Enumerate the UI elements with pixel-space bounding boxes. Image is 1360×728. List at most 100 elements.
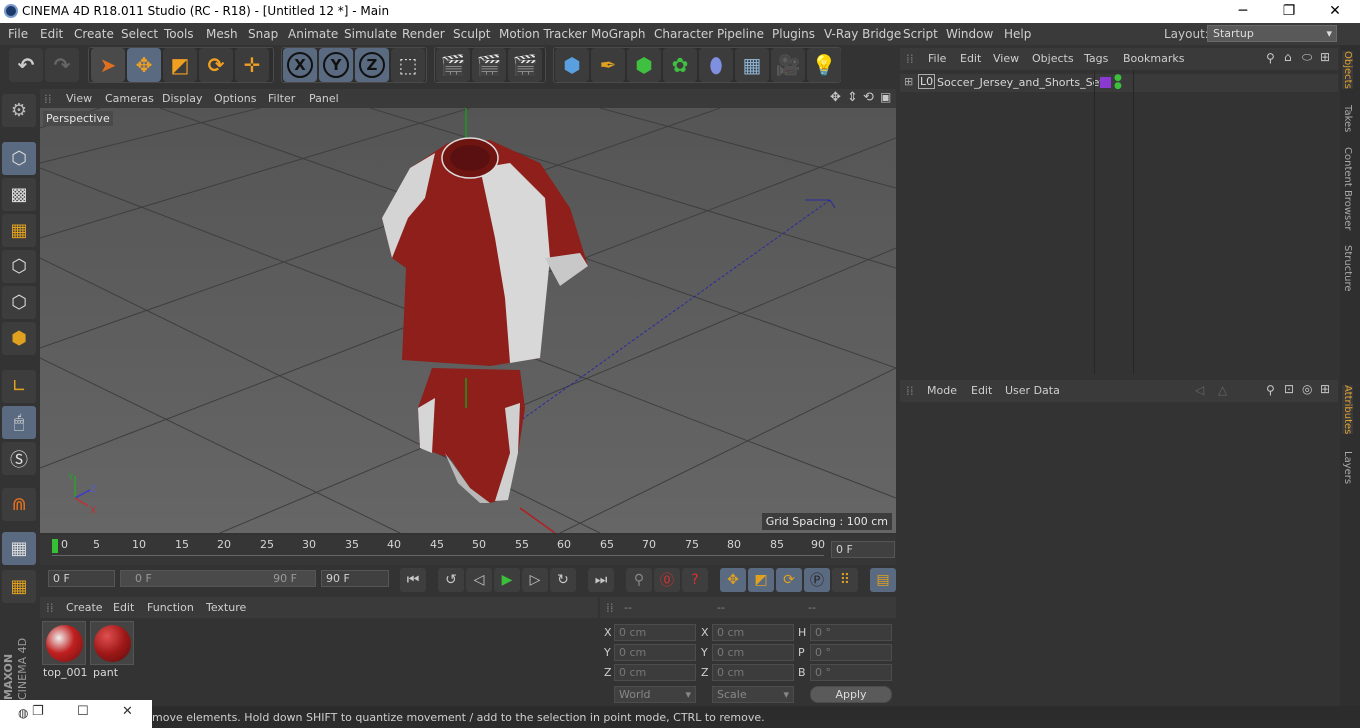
tab-content-browser[interactable]: Content Browser (1342, 147, 1353, 230)
tab-layers[interactable]: Layers (1342, 451, 1353, 484)
scale-tool-button[interactable]: ◩ (163, 48, 197, 82)
material-menu-texture[interactable]: Texture (206, 601, 246, 614)
current-frame-field[interactable]: 0 F (831, 541, 895, 558)
keyframe-selection-button[interactable]: ? (682, 568, 708, 592)
move-tool-button[interactable]: ✥ (127, 48, 161, 82)
material-menu-edit[interactable]: Edit (113, 601, 134, 614)
next-frame-button[interactable]: ▷ (522, 568, 548, 592)
next-key-button[interactable]: ↻ (550, 568, 576, 592)
menu-animate[interactable]: Animate (288, 27, 338, 41)
key-position-button[interactable]: ✥ (720, 568, 746, 592)
playhead-marker[interactable] (52, 539, 58, 553)
menu-snap[interactable]: Snap (248, 27, 278, 41)
coordinate-system-button[interactable]: ⬚ (391, 48, 425, 82)
polygons-mode-button[interactable]: ⬢ (2, 322, 36, 355)
redo-button[interactable]: ↷ (45, 48, 79, 82)
lock-icon[interactable]: ⊡ (1284, 382, 1294, 396)
search-icon[interactable]: ⚲ (1266, 383, 1275, 397)
menu-file[interactable]: File (8, 27, 28, 41)
back-arrow-icon[interactable]: ◁ (1195, 383, 1204, 397)
menu-simulate[interactable]: Simulate (344, 27, 397, 41)
attributes-menu-user-data[interactable]: User Data (1005, 384, 1060, 397)
record-keys-button[interactable]: ⚲ (626, 568, 652, 592)
pos-z-field[interactable]: 0 cm (614, 664, 696, 681)
apply-button[interactable]: Apply (810, 686, 892, 703)
menu-motion-tracker[interactable]: Motion Tracker (499, 27, 587, 41)
key-rotation-button[interactable]: ⟳ (776, 568, 802, 592)
points-mode-button[interactable]: ⬡ (2, 250, 36, 283)
goto-end-button[interactable]: ⏭ (588, 568, 614, 592)
key-pla-button[interactable]: ⠿ (832, 568, 858, 592)
menu-mesh[interactable]: Mesh (206, 27, 238, 41)
menu-mograph[interactable]: MoGraph (591, 27, 646, 41)
layer-color-swatch[interactable] (1100, 77, 1111, 88)
viewport-menu-options[interactable]: Options (214, 92, 256, 105)
selection-tool-button[interactable]: ➤ (91, 48, 125, 82)
close-button[interactable]: ✕ (1312, 0, 1358, 23)
viewport-menu-cameras[interactable]: Cameras (105, 92, 154, 105)
tab-structure[interactable]: Structure (1342, 245, 1353, 292)
search-icon[interactable]: ⚲ (1266, 51, 1275, 65)
x-axis-button[interactable]: X (283, 48, 317, 82)
tab-takes[interactable]: Takes (1342, 105, 1353, 132)
menu-help[interactable]: Help (1004, 27, 1031, 41)
viewport-maximize-icon[interactable]: ▣ (880, 90, 891, 104)
viewport-menu-display[interactable]: Display (162, 92, 203, 105)
size-z-field[interactable]: 0 cm (712, 664, 794, 681)
play-button[interactable]: ▶ (494, 568, 520, 592)
tab-attributes[interactable]: Attributes (1342, 385, 1353, 435)
edges-mode-button[interactable]: ⬡ (2, 286, 36, 319)
attributes-menu-mode[interactable]: Mode (927, 384, 957, 397)
pen-button[interactable]: ✒ (591, 48, 625, 82)
undo-button[interactable]: ↶ (9, 48, 43, 82)
objects-menu-objects[interactable]: Objects (1032, 52, 1074, 65)
menu-create[interactable]: Create (74, 27, 114, 41)
render-settings-button[interactable]: 🎬 (508, 48, 542, 82)
menu-edit[interactable]: Edit (40, 27, 63, 41)
floor-button[interactable]: ▦ (735, 48, 769, 82)
deformer-button[interactable]: ⬮ (699, 48, 733, 82)
new-window-icon[interactable]: ⊞ (1320, 382, 1330, 396)
tweak-mode-button[interactable]: 🖱 (2, 406, 36, 439)
model-mode-button[interactable]: ⬡ (2, 142, 36, 175)
menu-character[interactable]: Character (654, 27, 713, 41)
minimize-button[interactable]: ─ (1220, 0, 1266, 23)
timeline-ruler[interactable]: 0 5 10 15 20 25 30 35 40 45 50 55 60 65 … (40, 535, 896, 565)
menu-render[interactable]: Render (402, 27, 445, 41)
magnet-button[interactable]: ⋒ (2, 488, 36, 521)
coordinate-mode-select[interactable]: World ▾ (614, 686, 696, 703)
menu-plugins[interactable]: Plugins (772, 27, 815, 41)
menu-window[interactable]: Window (946, 27, 993, 41)
object-row[interactable]: ⊞ L0 Soccer_Jersey_and_Shorts_Set ● ● (900, 74, 1338, 92)
menu-pipeline[interactable]: Pipeline (717, 27, 764, 41)
menu-select[interactable]: Select (121, 27, 158, 41)
objects-menu-edit[interactable]: Edit (960, 52, 981, 65)
size-x-field[interactable]: 0 cm (712, 624, 794, 641)
home-icon[interactable]: ⌂ (1284, 50, 1292, 64)
key-scale-button[interactable]: ◩ (748, 568, 774, 592)
material-swatch-pant[interactable] (90, 621, 134, 665)
frame-range-slider[interactable]: 0 F 90 F (120, 570, 316, 587)
y-axis-button[interactable]: Y (319, 48, 353, 82)
objects-menu-file[interactable]: File (928, 52, 946, 65)
viewport-rotate-icon[interactable]: ⟲ (863, 90, 874, 105)
render-picture-viewer-button[interactable]: 🎬 (472, 48, 506, 82)
menu-sculpt[interactable]: Sculpt (453, 27, 490, 41)
prev-frame-button[interactable]: ◁ (466, 568, 492, 592)
last-tool-button[interactable]: ✛ (235, 48, 269, 82)
key-parameter-button[interactable]: Ⓟ (804, 568, 830, 592)
axis-mode-button[interactable]: ∟ (2, 370, 36, 403)
pos-y-field[interactable]: 0 cm (614, 644, 696, 661)
autokey-button[interactable]: ⓪ (654, 568, 680, 592)
tab-objects[interactable]: Objects (1342, 51, 1353, 89)
texture-mode-button[interactable]: ▩ (2, 178, 36, 211)
rotate-tool-button[interactable]: ⟳ (199, 48, 233, 82)
z-axis-button[interactable]: Z (355, 48, 389, 82)
workplane-lock-button[interactable]: ▦ (2, 532, 36, 565)
subdivision-button[interactable]: ⬢ (627, 48, 661, 82)
layout-select[interactable]: Startup ▾ (1207, 25, 1337, 42)
restore-button[interactable]: ❐ (1266, 0, 1312, 23)
pos-x-field[interactable]: 0 cm (614, 624, 696, 641)
make-editable-button[interactable]: ⚙ (2, 94, 36, 127)
render-view-button[interactable]: 🎬 (436, 48, 470, 82)
